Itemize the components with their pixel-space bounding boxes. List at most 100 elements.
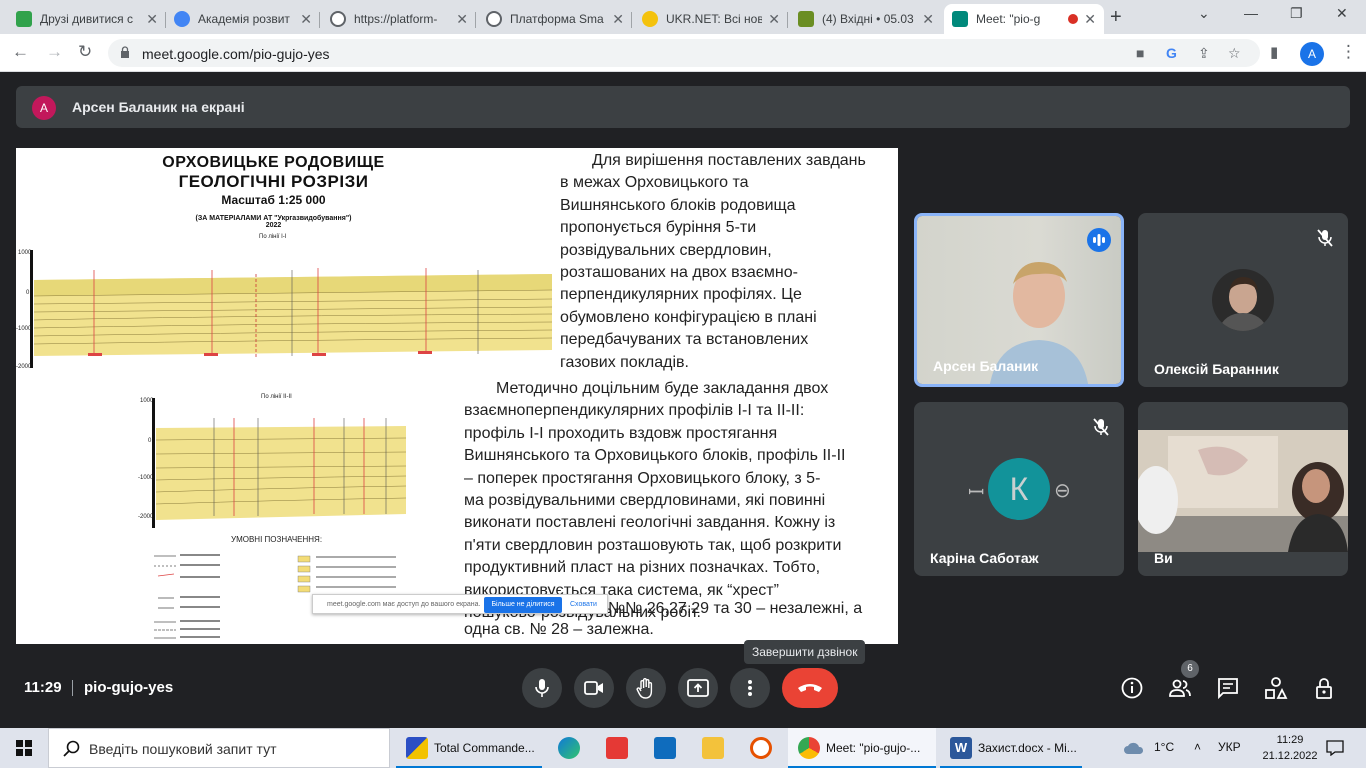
legend-title: УМОВНІ ПОЗНАЧЕННЯ: bbox=[231, 535, 323, 544]
participant-tile-self[interactable]: Ви bbox=[1138, 402, 1348, 576]
browser-tab[interactable]: https://platform- ✕ bbox=[322, 4, 476, 34]
close-window-button[interactable]: ✕ bbox=[1336, 5, 1348, 22]
speaking-indicator-icon bbox=[1087, 228, 1111, 252]
people-icon[interactable] bbox=[1168, 676, 1192, 700]
media-player-icon bbox=[750, 737, 772, 759]
tab-close-icon[interactable]: ✕ bbox=[146, 11, 158, 28]
presenter-avatar: A bbox=[32, 96, 56, 120]
globe-icon bbox=[330, 11, 346, 27]
camera-button[interactable] bbox=[574, 668, 614, 708]
slide-paragraph-3-line-2: одна св. № 28 – залежна. bbox=[464, 621, 654, 638]
taskbar-app-mail[interactable] bbox=[644, 728, 688, 768]
browser-tab[interactable]: Платформа Sma ✕ bbox=[478, 4, 632, 34]
meet-favicon-icon bbox=[952, 11, 968, 27]
screen-share-message: meet.google.com має доступ до вашого екр… bbox=[327, 601, 481, 608]
word-icon: W bbox=[950, 737, 972, 759]
tab-close-icon[interactable]: ✕ bbox=[768, 11, 780, 28]
tab-close-icon[interactable]: ✕ bbox=[612, 11, 624, 28]
taskbar-app-media[interactable] bbox=[740, 728, 784, 768]
recording-dot-icon bbox=[1068, 14, 1079, 24]
taskbar-app-word[interactable]: W Захист.docx - Mi... bbox=[940, 728, 1082, 768]
browser-menu-icon[interactable]: ⋮ bbox=[1340, 42, 1357, 62]
minimize-button[interactable]: — bbox=[1244, 5, 1258, 21]
side-panel-icon[interactable]: ▮ bbox=[1270, 43, 1278, 61]
tab-close-icon[interactable]: ✕ bbox=[456, 11, 468, 28]
taskbar-app-gift[interactable] bbox=[596, 728, 640, 768]
browser-tab-active[interactable]: Meet: "pio-g ✕ bbox=[944, 4, 1104, 34]
participant-tile-arsen[interactable]: Арсен Баланик bbox=[914, 213, 1124, 387]
weather-cloud-icon[interactable] bbox=[1122, 740, 1146, 756]
more-options-button[interactable] bbox=[730, 668, 770, 708]
participant-avatar: К bbox=[988, 458, 1050, 520]
restore-button[interactable]: ❐ bbox=[1290, 5, 1303, 22]
taskbar-app-total-commander[interactable]: Total Commande... bbox=[396, 728, 542, 768]
participant-avatar bbox=[1212, 269, 1274, 331]
back-button[interactable]: ← bbox=[12, 42, 29, 62]
taskbar-app-edge[interactable] bbox=[548, 728, 592, 768]
reload-button[interactable]: ↻ bbox=[78, 42, 92, 62]
language-indicator[interactable]: УКР bbox=[1218, 740, 1241, 754]
tray-chevron-icon[interactable]: ˄ bbox=[1194, 740, 1201, 754]
raise-hand-button[interactable] bbox=[626, 668, 666, 708]
camera-icon bbox=[584, 681, 603, 695]
browser-tab[interactable]: Друзі дивитися с ✕ bbox=[8, 4, 166, 34]
browser-tab[interactable]: (4) Вхідні • 05.03 ✕ bbox=[790, 4, 942, 34]
activities-icon[interactable] bbox=[1264, 676, 1288, 700]
slide-paragraph-2: Методично доцільним буде закладання двох… bbox=[464, 380, 846, 622]
taskbar-clock[interactable]: 11:29 21.12.2022 bbox=[1260, 732, 1320, 764]
address-bar[interactable]: meet.google.com/pio-gujo-yes ■ G ⇪ ☆ bbox=[108, 39, 1260, 67]
right-glyph-icon: ⊖ bbox=[1054, 480, 1071, 502]
left-glyph-icon: ꟷ bbox=[968, 482, 985, 504]
taskbar-app-explorer[interactable] bbox=[692, 728, 736, 768]
windows-taskbar: Введіть пошуковий запит тут Total Comman… bbox=[0, 728, 1366, 768]
shared-screen: ОРХОВИЦЬКЕ РОДОВИЩЕ ГЕОЛОГІЧНІ РОЗРІЗИ М… bbox=[16, 148, 898, 644]
weather-temperature[interactable]: 1°C bbox=[1154, 740, 1174, 754]
slide-paragraph-1: Для вирішення поставлених завдань в межа… bbox=[560, 152, 866, 371]
slide-paragraph-3-line-1: №№ 26,27,29 та 30 – незалежні, а bbox=[608, 600, 863, 617]
browser-tab[interactable]: Академія розвит ✕ bbox=[166, 4, 320, 34]
meeting-code: pio-gujo-yes bbox=[84, 679, 174, 696]
bookmark-star-icon[interactable]: ☆ bbox=[1228, 45, 1241, 62]
tab-search-chevron-icon[interactable]: ⌄ bbox=[1198, 5, 1210, 22]
participant-name: Олексій Баранник bbox=[1154, 361, 1279, 377]
taskbar-search-box[interactable]: Введіть пошуковий запит тут bbox=[48, 728, 390, 768]
presenter-banner: A Арсен Баланик на екрані bbox=[16, 86, 1350, 128]
participant-tile-karina[interactable]: ꟷ К ⊖ Каріна Саботаж bbox=[914, 402, 1124, 576]
browser-tab[interactable]: UKR.NET: Всі нов ✕ bbox=[634, 4, 788, 34]
end-call-button[interactable] bbox=[782, 668, 838, 708]
ukrnet-favicon-icon bbox=[642, 11, 658, 27]
tab-favicon-icon bbox=[174, 11, 190, 27]
search-icon bbox=[63, 740, 80, 757]
chat-icon[interactable] bbox=[1216, 676, 1240, 700]
forward-button[interactable]: → bbox=[46, 42, 63, 62]
mic-off-icon bbox=[1093, 418, 1109, 436]
self-video-feed bbox=[1138, 430, 1348, 552]
phone-hangup-icon bbox=[798, 684, 822, 692]
lock-icon bbox=[121, 46, 129, 58]
new-tab-button[interactable]: + bbox=[1110, 6, 1122, 29]
stop-sharing-button[interactable]: Більше не ділитися bbox=[484, 597, 562, 613]
tab-close-icon[interactable]: ✕ bbox=[1084, 11, 1096, 28]
participant-name: Ви bbox=[1154, 550, 1173, 566]
present-screen-button[interactable] bbox=[678, 668, 718, 708]
share-icon[interactable]: ⇪ bbox=[1198, 45, 1210, 62]
legend-horizons bbox=[316, 556, 396, 588]
notifications-icon[interactable] bbox=[1326, 740, 1344, 756]
host-controls-icon[interactable] bbox=[1312, 676, 1336, 700]
present-screen-icon bbox=[687, 679, 709, 697]
camera-in-use-icon[interactable]: ■ bbox=[1136, 45, 1144, 61]
profile-avatar[interactable]: A bbox=[1300, 42, 1324, 66]
gift-icon bbox=[606, 737, 628, 759]
tab-close-icon[interactable]: ✕ bbox=[300, 11, 312, 28]
mail-favicon-icon bbox=[798, 11, 814, 27]
windows-start-icon[interactable] bbox=[16, 740, 32, 756]
tab-close-icon[interactable]: ✕ bbox=[922, 11, 934, 28]
meeting-info-icon[interactable] bbox=[1120, 676, 1144, 700]
end-call-tooltip: Завершити дзвінок bbox=[744, 640, 866, 664]
google-lens-icon[interactable]: G bbox=[1166, 45, 1177, 61]
participant-tile-oleksii[interactable]: Олексій Баранник bbox=[1138, 213, 1348, 387]
hand-icon bbox=[636, 678, 653, 699]
taskbar-app-chrome-meet[interactable]: Meet: "pio-gujo-... bbox=[788, 728, 936, 768]
microphone-button[interactable] bbox=[522, 668, 562, 708]
hide-notification-button[interactable]: Сховати bbox=[570, 601, 597, 608]
